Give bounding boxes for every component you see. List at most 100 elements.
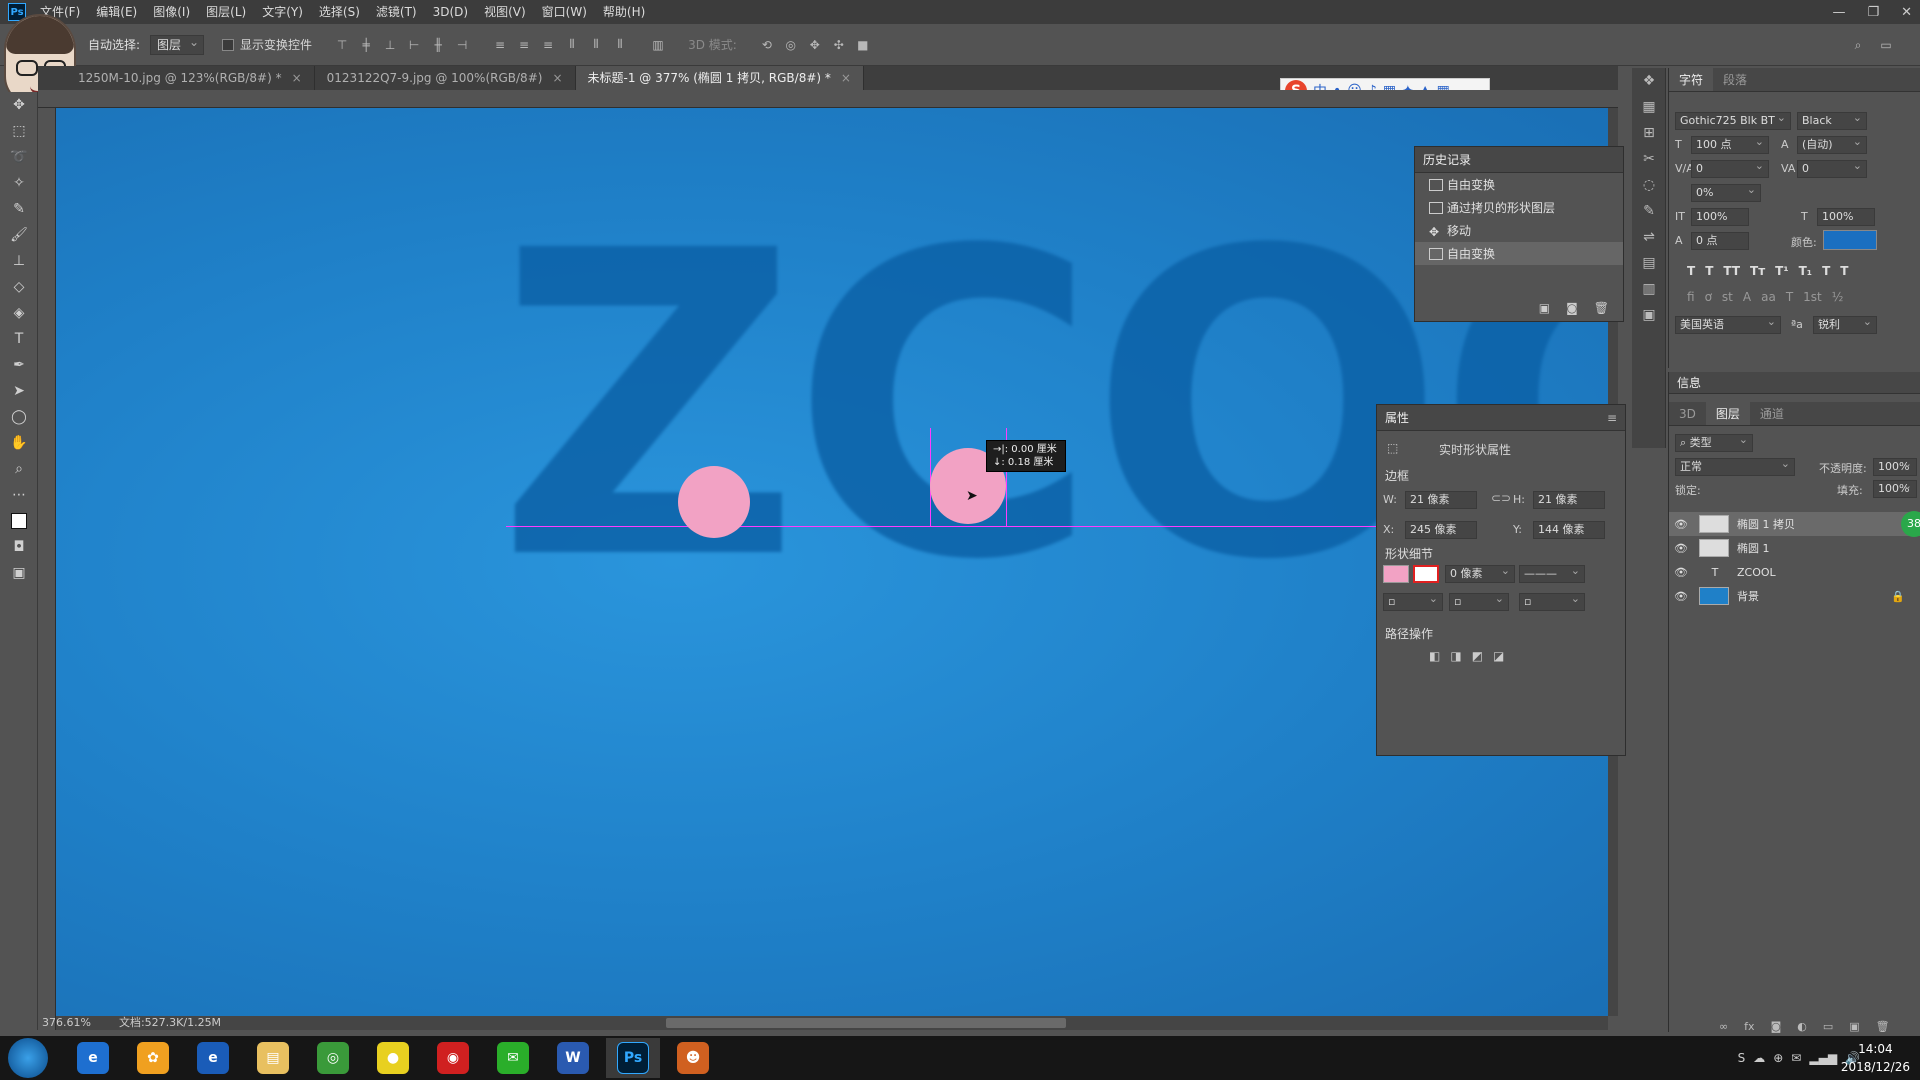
menu-window[interactable]: 窗口(W): [534, 0, 595, 24]
distribute-left-icon[interactable]: ⫴: [564, 37, 580, 53]
subscript-icon[interactable]: T₁: [1799, 264, 1812, 278]
lasso-tool-icon[interactable]: ➰: [0, 144, 38, 170]
stroke-corners-dropdown[interactable]: ▫: [1519, 591, 1585, 611]
snapshot-icon[interactable]: ◙: [1566, 301, 1578, 315]
new-document-from-state-icon[interactable]: ▣: [1539, 301, 1550, 315]
history-item[interactable]: 自由变换: [1415, 173, 1623, 196]
visibility-eye-icon[interactable]: 👁: [1669, 566, 1693, 579]
all-caps-icon[interactable]: TT: [1723, 264, 1740, 278]
tool-presets-icon[interactable]: ⊞: [1632, 120, 1666, 146]
ellipse-1-shape[interactable]: [678, 466, 750, 538]
workspace-icon[interactable]: ▭: [1878, 37, 1894, 53]
swash-icon[interactable]: A: [1743, 290, 1751, 304]
align-bottom-icon[interactable]: ⊥: [382, 37, 398, 53]
link-layers-icon[interactable]: ∞: [1719, 1020, 1728, 1033]
layer-filter-dropdown[interactable]: ⌕ 类型: [1675, 432, 1753, 452]
link-icon[interactable]: ⊂⊃: [1491, 491, 1511, 505]
brush-tool-icon[interactable]: 🖌: [0, 222, 38, 248]
combine-shapes-icon[interactable]: ◧: [1429, 649, 1440, 663]
quick-mask-icon[interactable]: ◘: [0, 534, 38, 560]
menu-help[interactable]: 帮助(H): [595, 0, 653, 24]
taskbar-photos-app[interactable]: ✿: [126, 1038, 180, 1078]
taskbar-netease-music[interactable]: ◉: [426, 1038, 480, 1078]
eyedropper-tool-icon[interactable]: ✎: [0, 196, 38, 222]
properties-title[interactable]: 属性: [1385, 411, 1409, 425]
distribute-right-icon[interactable]: ⫴: [612, 37, 628, 53]
tab-document-2[interactable]: 0123122Q7-9.jpg @ 100%(RGB/8#) ×: [315, 66, 576, 90]
tab-layers[interactable]: 图层: [1705, 402, 1750, 425]
zoom-level[interactable]: 376.61%: [42, 1016, 91, 1030]
taskbar-green-app[interactable]: ◎: [306, 1038, 360, 1078]
3d-rotate-icon[interactable]: ⟲: [759, 37, 775, 53]
search-icon[interactable]: ⌕: [1850, 37, 1866, 53]
grid-icon[interactable]: ▦: [1632, 94, 1666, 120]
font-size-input[interactable]: 100 点: [1691, 134, 1769, 154]
subtract-shapes-icon[interactable]: ◨: [1450, 649, 1461, 663]
antialias-dropdown[interactable]: 锐利: [1813, 314, 1877, 334]
trash-icon[interactable]: 🗑: [1594, 301, 1609, 315]
opacity-input[interactable]: 100%: [1873, 456, 1917, 476]
leading-input[interactable]: (自动): [1797, 134, 1867, 154]
visibility-eye-icon[interactable]: 👁: [1669, 590, 1693, 603]
visibility-eye-icon[interactable]: 👁: [1669, 542, 1693, 555]
align-top-icon[interactable]: ⊤: [334, 37, 350, 53]
horizontal-scale-input[interactable]: 100%: [1817, 208, 1875, 226]
zoom-tool-icon[interactable]: ⌕: [0, 456, 38, 482]
discretionary-icon[interactable]: st: [1722, 290, 1733, 304]
tab-document-3[interactable]: 未标题-1 @ 377% (椭圆 1 拷贝, RGB/8#) * ×: [575, 66, 864, 90]
ellipse-tool-icon[interactable]: ◯: [0, 404, 38, 430]
align-right-icon[interactable]: ⊣: [454, 37, 470, 53]
stroke-color-swatch[interactable]: [1413, 565, 1439, 583]
align-hcenter-icon[interactable]: ╫: [430, 37, 446, 53]
network-tray-icon[interactable]: ⊕: [1773, 1051, 1783, 1065]
layers-icon[interactable]: ▤: [1632, 250, 1666, 276]
baseline-shift-input[interactable]: 0 点: [1691, 232, 1749, 250]
3d-roll-icon[interactable]: ◎: [783, 37, 799, 53]
minimize-icon[interactable]: —: [1832, 5, 1845, 20]
screen-mode-icon[interactable]: ▣: [0, 560, 38, 586]
menu-image[interactable]: 图像(I): [145, 0, 198, 24]
language-dropdown[interactable]: 美国英语: [1675, 314, 1781, 334]
stroke-type-dropdown[interactable]: ———: [1519, 563, 1585, 583]
menu-select[interactable]: 选择(S): [311, 0, 368, 24]
alt-ligature-icon[interactable]: ơ: [1705, 290, 1712, 304]
menu-layer[interactable]: 图层(L): [198, 0, 254, 24]
fraction-icon[interactable]: ½: [1832, 290, 1844, 304]
menu-filter[interactable]: 滤镜(T): [368, 0, 425, 24]
history-item[interactable]: 通过拷贝的形状图层: [1415, 196, 1623, 219]
stroke-caps-dropdown[interactable]: ▫: [1449, 591, 1509, 611]
tab-document-1[interactable]: 1250M-10.jpg @ 123%(RGB/8#) * ×: [38, 66, 315, 90]
3d-drag-icon[interactable]: ✥: [807, 37, 823, 53]
visibility-eye-icon[interactable]: 👁: [1669, 518, 1693, 531]
fx-icon[interactable]: fx: [1744, 1020, 1754, 1033]
move-tool-icon[interactable]: ✥: [0, 92, 38, 118]
stroke-width-input[interactable]: 0 像素: [1445, 563, 1515, 583]
fill-color-swatch[interactable]: [1383, 565, 1409, 583]
kerning-input[interactable]: 0: [1691, 158, 1769, 178]
intersect-shapes-icon[interactable]: ◩: [1472, 649, 1483, 663]
hand-tool-icon[interactable]: ✋: [0, 430, 38, 456]
signal-tray-icon[interactable]: ▂▄▆: [1809, 1051, 1837, 1065]
distribute-bottom-icon[interactable]: ≡: [540, 37, 556, 53]
brush-icon[interactable]: ✎: [1632, 198, 1666, 224]
superscript-icon[interactable]: T¹: [1775, 264, 1788, 278]
delete-layer-icon[interactable]: 🗑: [1876, 1020, 1890, 1033]
layer-row[interactable]: 👁 背景 🔒: [1669, 584, 1920, 608]
distribute-top-icon[interactable]: ≡: [492, 37, 508, 53]
3d-scale-icon[interactable]: ■: [855, 37, 871, 53]
auto-align-icon[interactable]: ▥: [650, 37, 666, 53]
font-style-dropdown[interactable]: Black: [1797, 110, 1867, 130]
scissors-icon[interactable]: ✂: [1632, 146, 1666, 172]
paint-bucket-tool-icon[interactable]: ◈: [0, 300, 38, 326]
group-icon[interactable]: ▭: [1823, 1020, 1833, 1033]
adjust-icon[interactable]: ⇌: [1632, 224, 1666, 250]
menu-type[interactable]: 文字(Y): [254, 0, 311, 24]
layer-row[interactable]: 👁 椭圆 1 拷贝 38: [1669, 511, 1920, 537]
ime-tray-icon[interactable]: S: [1738, 1051, 1746, 1065]
pen-tool-icon[interactable]: ✒: [0, 352, 38, 378]
start-button[interactable]: [8, 1038, 48, 1078]
layer-row[interactable]: 👁 T ZCOOL: [1669, 560, 1920, 584]
strikethrough-icon[interactable]: T: [1840, 264, 1848, 278]
height-input[interactable]: 21 像素: [1533, 491, 1605, 509]
titling-icon[interactable]: T: [1786, 290, 1793, 304]
